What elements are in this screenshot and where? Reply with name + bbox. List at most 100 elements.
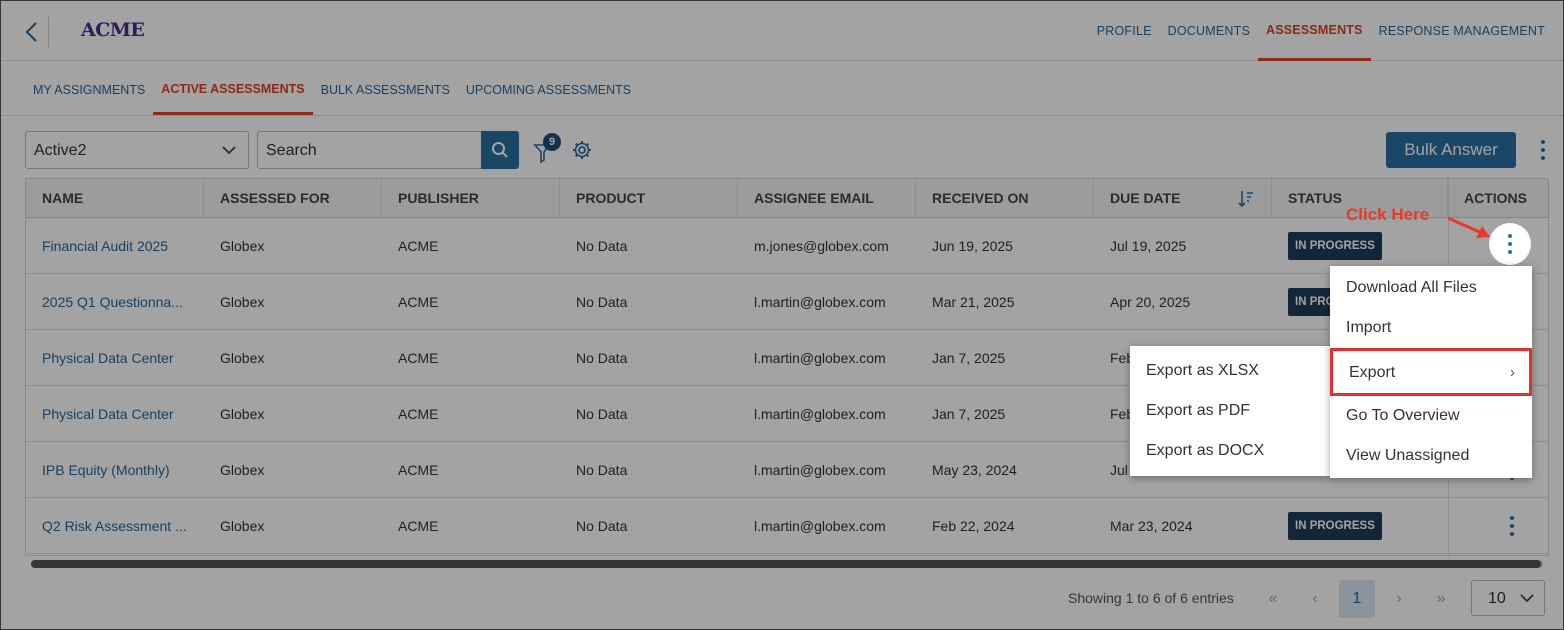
table-row[interactable]: Q2 Risk Assessment ... Globex ACME No Data l… [26, 498, 1548, 554]
cell-assignee-email: l.martin@globex.com [754, 294, 886, 310]
col-actions: ACTIONS [1464, 190, 1527, 206]
cell-assessed-for: Globex [220, 350, 265, 366]
search-button[interactable] [481, 131, 519, 169]
cell-due-date: Jul 19, 2025 [1110, 238, 1187, 254]
cell-publisher: ACME [398, 350, 439, 366]
first-page-button[interactable]: « [1255, 580, 1291, 618]
toolbar-more-button[interactable] [1535, 139, 1551, 161]
last-page-button[interactable]: » [1423, 580, 1459, 618]
cell-publisher: ACME [398, 294, 439, 310]
cell-publisher: ACME [398, 406, 439, 422]
back-button[interactable] [19, 17, 49, 47]
col-due-date[interactable]: DUE DATE [1094, 179, 1272, 218]
cell-publisher: ACME [398, 238, 439, 254]
prev-page-button[interactable]: ‹ [1297, 580, 1333, 618]
menu-view-unassigned[interactable]: View Unassigned [1330, 436, 1532, 476]
divider [1, 115, 1563, 116]
cell-product: No Data [576, 350, 628, 366]
menu-go-to-overview[interactable]: Go To Overview [1330, 396, 1532, 436]
filter-button[interactable]: 9 [533, 133, 563, 165]
table-row[interactable]: Financial Audit 2025 Globex ACME No Data m.j… [26, 218, 1548, 274]
cell-received-on: Jun 19, 2025 [932, 238, 1013, 254]
table-row[interactable]: 2025 Q1 Questionna... Globex ACME No Data l.… [26, 274, 1548, 330]
cell-received-on: May 23, 2024 [932, 462, 1017, 478]
search-icon [492, 142, 508, 158]
chevron-down-icon [222, 146, 236, 155]
col-product[interactable]: PRODUCT [560, 179, 738, 218]
table-header: NAME ASSESSED FOR PUBLISHER PRODUCT ASSI… [26, 179, 1548, 218]
next-page-button[interactable]: › [1381, 580, 1417, 618]
menu-export[interactable]: Export › [1330, 348, 1532, 396]
nav-documents[interactable]: DOCUMENTS [1160, 1, 1258, 61]
cell-due-date: Mar 23, 2024 [1110, 518, 1193, 534]
cell-due-date: Apr 20, 2025 [1110, 294, 1191, 310]
cell-received-on: Feb 22, 2024 [932, 518, 1015, 534]
page-size-value: 10 [1488, 590, 1506, 607]
menu-import[interactable]: Import [1330, 308, 1532, 348]
gear-icon [573, 141, 591, 159]
cell-name[interactable]: IPB Equity (Monthly) [26, 442, 204, 498]
cell-product: No Data [576, 518, 628, 534]
top-header: ACME PROFILE DOCUMENTS ASSESSMENTS RESPO… [1, 1, 1563, 61]
cell-name[interactable]: Financial Audit 2025 [26, 218, 204, 274]
cell-assignee-email: m.jones@globex.com [754, 238, 889, 254]
cell-received-on: Jan 7, 2025 [932, 406, 1006, 422]
horizontal-scrollbar[interactable] [31, 560, 1543, 568]
cell-product: No Data [576, 238, 628, 254]
col-name[interactable]: NAME [26, 179, 204, 218]
view-select[interactable]: Active2 [25, 131, 249, 169]
menu-export-docx[interactable]: Export as DOCX [1130, 431, 1330, 471]
kebab-icon [1508, 234, 1512, 254]
cell-received-on: Mar 21, 2025 [932, 294, 1015, 310]
col-due-date-label: DUE DATE [1110, 190, 1181, 206]
tab-bulk-assessments[interactable]: BULK ASSESSMENTS [313, 65, 458, 115]
cell-name[interactable]: Q2 Risk Assessment ... [26, 498, 204, 554]
filter-count-badge: 9 [543, 133, 561, 151]
tab-my-assignments[interactable]: MY ASSIGNMENTS [25, 65, 153, 115]
menu-export-pdf[interactable]: Export as PDF [1130, 391, 1330, 431]
cell-assignee-email: l.martin@globex.com [754, 350, 886, 366]
settings-button[interactable] [571, 139, 593, 166]
tab-upcoming-assessments[interactable]: UPCOMING ASSESSMENTS [458, 65, 639, 115]
nav-assessments[interactable]: ASSESSMENTS [1258, 1, 1371, 61]
chevron-right-icon: › [1510, 364, 1515, 381]
cell-assessed-for: Globex [220, 462, 265, 478]
cell-assignee-email: l.martin@globex.com [754, 518, 886, 534]
chevron-down-icon [1520, 594, 1534, 603]
row-actions-button-active[interactable] [1489, 223, 1531, 265]
cell-assignee-email: l.martin@globex.com [754, 462, 886, 478]
cell-name[interactable]: Physical Data Center [26, 386, 204, 442]
row-actions-menu: Download All Files Import Export › Go To… [1330, 266, 1532, 478]
cell-assignee-email: l.martin@globex.com [754, 406, 886, 422]
scrollbar-thumb[interactable] [31, 560, 1541, 568]
sort-icon[interactable] [1238, 190, 1254, 208]
bulk-answer-button[interactable]: Bulk Answer [1386, 132, 1516, 168]
menu-download-all-files[interactable]: Download All Files [1330, 268, 1532, 308]
status-badge: IN PROGRESS [1288, 232, 1382, 260]
cell-name[interactable]: Physical Data Center [26, 330, 204, 386]
col-assessed-for[interactable]: ASSESSED FOR [204, 179, 382, 218]
cell-assessed-for: Globex [220, 518, 265, 534]
chevron-left-icon [25, 22, 37, 42]
tab-active-assessments[interactable]: ACTIVE ASSESSMENTS [153, 65, 313, 115]
nav-response-management[interactable]: RESPONSE MANAGEMENT [1371, 1, 1553, 61]
page-1-button[interactable]: 1 [1339, 580, 1375, 618]
col-received-on[interactable]: RECEIVED ON [916, 179, 1094, 218]
page-size-select[interactable]: 10 [1471, 580, 1545, 616]
row-actions-button[interactable] [1504, 515, 1520, 537]
search-placeholder: Search [266, 142, 317, 159]
cell-publisher: ACME [398, 462, 439, 478]
cell-name[interactable]: 2025 Q1 Questionna... [26, 274, 204, 330]
top-nav: PROFILE DOCUMENTS ASSESSMENTS RESPONSE M… [1089, 1, 1553, 61]
col-publisher[interactable]: PUBLISHER [382, 179, 560, 218]
col-assignee-email[interactable]: ASSIGNEE EMAIL [738, 179, 916, 218]
click-here-callout: Click Here [1346, 205, 1430, 224]
kebab-icon [1510, 516, 1514, 536]
menu-export-xlsx[interactable]: Export as XLSX [1130, 351, 1330, 391]
sub-tabs: MY ASSIGNMENTS ACTIVE ASSESSMENTS BULK A… [25, 65, 639, 115]
search-input[interactable]: Search [257, 131, 483, 169]
nav-profile[interactable]: PROFILE [1089, 1, 1160, 61]
acme-logo: ACME [81, 19, 145, 41]
view-select-value: Active2 [34, 142, 87, 159]
kebab-icon [1541, 140, 1545, 160]
